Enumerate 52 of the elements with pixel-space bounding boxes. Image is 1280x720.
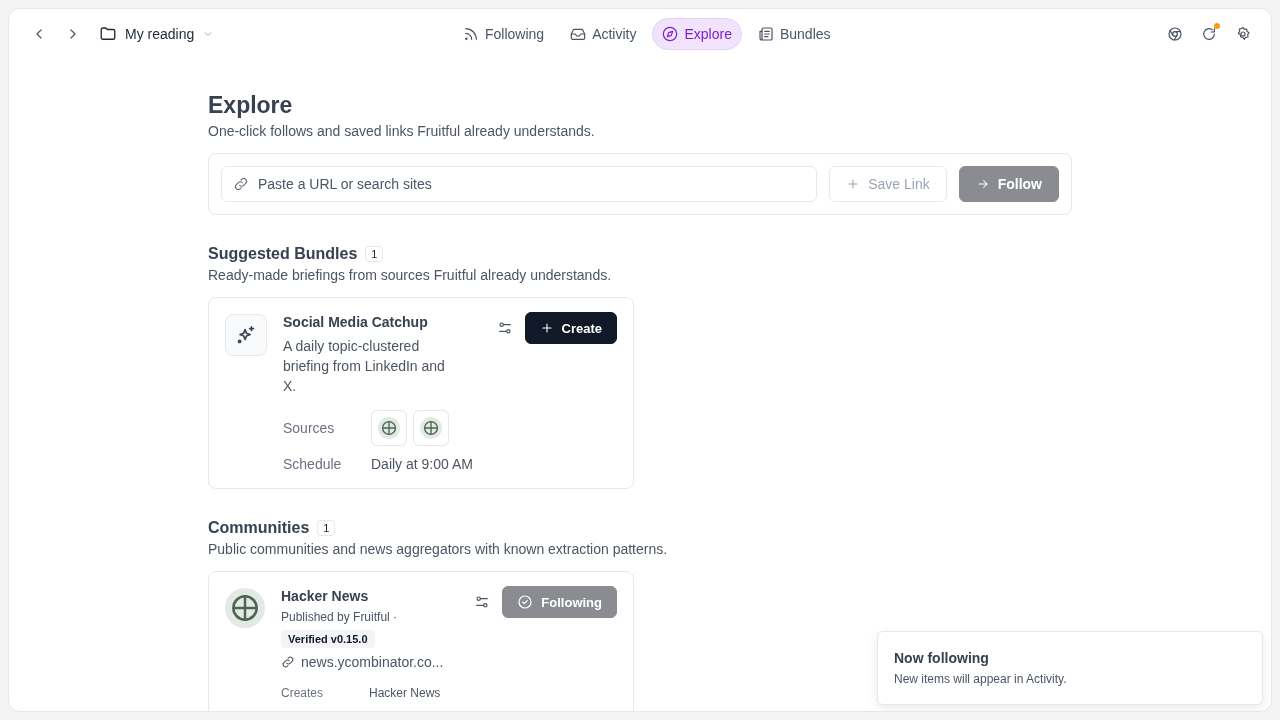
sparkle-icon [235,324,257,346]
link-icon [281,655,295,669]
url-field[interactable]: Paste a URL or search sites [221,166,818,202]
settings-button[interactable] [1235,26,1251,42]
meta-label: Schedule [283,456,343,472]
compass-icon [662,26,679,42]
refresh-button[interactable] [1201,26,1217,42]
page-subtitle: One-click follows and saved links Fruitful already understands. [208,123,596,139]
folder-selector[interactable]: My reading [95,23,219,45]
section-title: Suggested Bundles [208,245,358,263]
verified-badge: Verified v0.15.0 [281,630,375,648]
nav-tab[interactable]: Following [453,18,555,50]
section-subtitle: Public communities and news aggregators with known extraction patterns. [208,541,669,557]
toast-message: New items will appear in Activity. [894,672,1068,686]
community-url[interactable]: news.ycombinator.co... [301,654,444,670]
meta-value: Daily at 9:00 AM [371,456,474,472]
meta-label: Sources [283,420,336,436]
refresh-icon [1201,26,1217,42]
plus-icon [539,321,554,335]
nav-tab[interactable]: Activity [560,18,647,50]
rss-icon [463,26,479,42]
filter-button[interactable] [474,594,491,610]
bundle-description: A daily topic-clustered briefing from LinkedIn and X. [283,337,446,396]
sliders-icon [496,320,513,336]
globe-icon [225,588,265,628]
newspaper-icon [757,26,774,42]
page-title: Explore [208,92,294,119]
chrome-button[interactable] [1167,26,1183,42]
count-badge: 1 [317,520,336,536]
nav-tab[interactable]: Bundles [747,18,841,50]
nav-tab[interactable]: Explore [652,18,742,50]
plus-icon [846,177,861,191]
toast-title: Now following [894,650,990,666]
section-title: Communities [208,519,310,537]
sliders-icon [474,594,491,610]
create-button[interactable]: Create [524,312,617,344]
count-badge: 1 [365,246,384,262]
globe-icon [420,417,442,439]
globe-icon [378,417,400,439]
meta-value: Hacker News [369,686,442,700]
folder-icon [99,25,117,43]
community-name: Hacker News [281,588,370,604]
meta-label: Creates [281,686,325,700]
arrow-right-icon [975,177,990,191]
settings-icon [1235,26,1251,42]
section-subtitle: Ready-made briefings from sources Fruitful already understands. [208,267,613,283]
publisher-text: Published by Fruitful · [281,610,399,624]
check-circle-icon [517,594,534,610]
filter-button[interactable] [496,320,513,336]
inbox-icon [570,26,587,42]
browser-icon [1167,26,1183,42]
bundle-name: Social Media Catchup [283,314,429,330]
